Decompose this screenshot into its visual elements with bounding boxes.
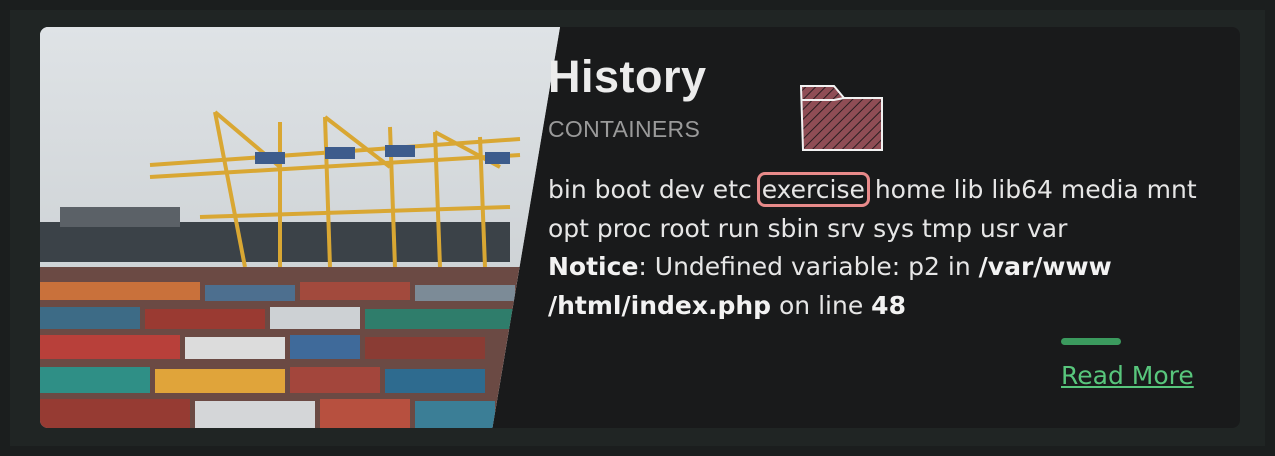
post-card: History CONTAINERS bin boot dev etc exer… xyxy=(40,27,1240,428)
folder-icon xyxy=(799,82,886,156)
notice-label: Notice xyxy=(548,252,639,281)
directory-list: bin boot dev etc xyxy=(548,175,760,204)
post-excerpt: bin boot dev etc exercise home lib lib64… xyxy=(548,171,1208,325)
highlighted-directory: exercise xyxy=(756,172,870,207)
notice-text: : Undefined variable: p2 in xyxy=(638,252,979,281)
notice-line-number: 48 xyxy=(871,290,906,320)
container-port-photo xyxy=(40,27,560,428)
post-title: History xyxy=(548,51,707,102)
read-more-link[interactable]: Read More xyxy=(1061,361,1194,390)
card-content: History CONTAINERS bin boot dev etc exer… xyxy=(548,27,1228,428)
accent-bar xyxy=(1061,338,1121,345)
notice-text-line: on line xyxy=(771,290,872,320)
post-category: CONTAINERS xyxy=(548,116,701,142)
